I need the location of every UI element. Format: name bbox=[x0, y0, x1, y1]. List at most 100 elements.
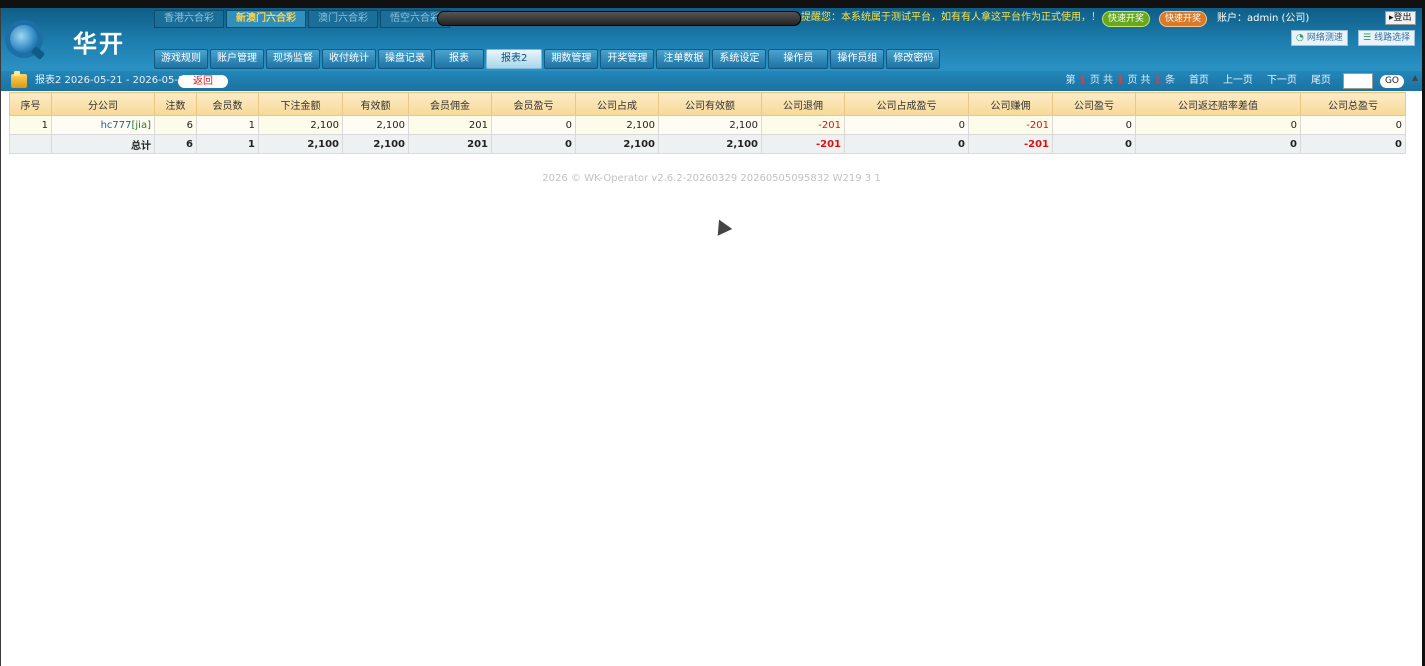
col-header: 公司有效额 bbox=[658, 92, 762, 116]
nav-payment-stats[interactable]: 收付统计 bbox=[322, 49, 376, 69]
col-header: 注数 bbox=[154, 92, 197, 116]
col-header: 公司赚佣 bbox=[968, 92, 1053, 116]
nav-system-settings[interactable]: 系统设定 bbox=[712, 49, 767, 69]
cell-company-pl: 0 bbox=[1052, 115, 1136, 135]
table-header-row: 序号 分公司 注数 会员数 下注金额 有效额 会员佣金 会员盈亏 公司占成 公司… bbox=[9, 92, 1406, 116]
cell-total-label: 总计 bbox=[51, 134, 155, 154]
gauge-icon: ◔ bbox=[1296, 33, 1304, 43]
logo-icon bbox=[5, 20, 43, 58]
cell-total-amount: 2,100 bbox=[258, 134, 343, 154]
nav-draw-mgmt[interactable]: 开奖管理 bbox=[600, 49, 655, 69]
pager: 第 1 页 共 1 页 共 1 条 首页 上一页 下一页 尾页 GO bbox=[1065, 71, 1404, 91]
cell-total-bets: 6 bbox=[154, 134, 197, 154]
nav-bet-data[interactable]: 注单数据 bbox=[656, 49, 711, 69]
quick-draw-button-green[interactable]: 快速开奖 bbox=[1102, 11, 1151, 27]
table-total-row: 总计 6 1 2,100 2,100 201 0 2,100 2,100 -20… bbox=[9, 134, 1406, 154]
footer-version: 2026 © WK-Operator v2.6.2-20260329 20260… bbox=[542, 173, 881, 184]
brand-name: 华开 bbox=[73, 30, 125, 58]
table-row: 1 hc777[jia] 6 1 2,100 2,100 201 0 2,100… bbox=[9, 115, 1406, 135]
lottery-tabs: 香港六合彩 新澳门六合彩 澳门六合彩 悟空六合彩 bbox=[154, 10, 450, 28]
cell-company-share: 2,100 bbox=[575, 115, 659, 135]
col-header: 会员数 bbox=[196, 92, 259, 116]
nav-report[interactable]: 报表 bbox=[434, 49, 484, 69]
pager-next[interactable]: 下一页 bbox=[1267, 71, 1297, 91]
cell-company-valid: 2,100 bbox=[658, 115, 762, 135]
nav-operator-group[interactable]: 操作员组 bbox=[830, 49, 885, 69]
cell-total-member-pl: 0 bbox=[491, 134, 576, 154]
col-header: 公司退佣 bbox=[761, 92, 845, 116]
report-table: 序号 分公司 注数 会员数 下注金额 有效额 会员佣金 会员盈亏 公司占成 公司… bbox=[9, 92, 1406, 154]
col-header: 公司占成 bbox=[575, 92, 659, 116]
cell-company-total-pl: 0 bbox=[1300, 115, 1406, 135]
cell-valid: 2,100 bbox=[342, 115, 409, 135]
col-header: 分公司 bbox=[51, 92, 155, 116]
cell-total-company-total-pl: 0 bbox=[1300, 134, 1406, 154]
col-header: 有效额 bbox=[342, 92, 409, 116]
pager-first[interactable]: 首页 bbox=[1189, 71, 1209, 91]
nav-report2[interactable]: 报表2 bbox=[486, 49, 543, 69]
col-header: 公司占成盈亏 bbox=[844, 92, 969, 116]
col-header: 会员佣金 bbox=[408, 92, 492, 116]
speed-test-label: 网络测速 bbox=[1306, 33, 1343, 43]
cell-members: 1 bbox=[196, 115, 259, 135]
line-select-label: 线路选择 bbox=[1374, 33, 1411, 43]
col-header: 下注金额 bbox=[258, 92, 343, 116]
app-frame: 华开 香港六合彩 新澳门六合彩 澳门六合彩 悟空六合彩 提醒您：本系统属于测试平… bbox=[0, 8, 1422, 666]
cell-company-comm: -201 bbox=[968, 115, 1053, 135]
cell-empty bbox=[9, 134, 52, 154]
pager-total-pages: 1 bbox=[1117, 75, 1124, 86]
account-info: 账户：admin (公司) bbox=[1217, 13, 1310, 24]
report-title: 报表2 2026-05-21 - 2026-05-24 bbox=[35, 75, 191, 86]
cell-total-odds-diff: 0 bbox=[1135, 134, 1301, 154]
cell-total-company-comm: -201 bbox=[968, 134, 1053, 154]
col-header: 会员盈亏 bbox=[491, 92, 576, 116]
speed-test-button[interactable]: ◔ 网络测速 bbox=[1291, 30, 1348, 46]
cell-total-valid: 2,100 bbox=[342, 134, 409, 154]
cell-odds-diff: 0 bbox=[1135, 115, 1301, 135]
cell-member-pl: 0 bbox=[491, 115, 576, 135]
cell-amount: 2,100 bbox=[258, 115, 343, 135]
nav-trade-log[interactable]: 操盘记录 bbox=[378, 49, 432, 69]
cell-total-company-share-pl: 0 bbox=[844, 134, 969, 154]
cell-total-company-share: 2,100 bbox=[575, 134, 659, 154]
go-button[interactable]: GO bbox=[1379, 74, 1404, 88]
nav-account-mgmt[interactable]: 账户管理 bbox=[210, 49, 264, 69]
cell-company-share-pl: 0 bbox=[844, 115, 969, 135]
list-icon: ☰ bbox=[1363, 33, 1372, 43]
lottery-tab-hk[interactable]: 香港六合彩 bbox=[154, 10, 224, 28]
pager-current: 1 bbox=[1079, 75, 1086, 86]
logout-label: 登出 bbox=[1393, 13, 1412, 23]
col-header: 序号 bbox=[9, 92, 52, 116]
lottery-tab-macau[interactable]: 澳门六合彩 bbox=[308, 10, 378, 28]
pager-pages-unit: 页 共 bbox=[1127, 75, 1151, 86]
col-header: 公司返还赔率差值 bbox=[1135, 92, 1301, 116]
cell-member-comm: 201 bbox=[408, 115, 492, 135]
lottery-tab-new-macau[interactable]: 新澳门六合彩 bbox=[226, 10, 306, 28]
marquee-bar bbox=[437, 11, 801, 26]
pager-total-items: 1 bbox=[1154, 75, 1161, 86]
quick-draw-button-orange[interactable]: 快速开奖 bbox=[1159, 11, 1208, 27]
nav-live-monitor[interactable]: 现场监督 bbox=[266, 49, 320, 69]
page-jump-input[interactable] bbox=[1342, 73, 1373, 89]
pager-prefix: 第 bbox=[1065, 75, 1076, 86]
col-header: 公司总盈亏 bbox=[1300, 92, 1406, 116]
pager-last[interactable]: 尾页 bbox=[1311, 71, 1331, 91]
nav-operator[interactable]: 操作员 bbox=[768, 49, 829, 69]
nav-change-password[interactable]: 修改密码 bbox=[886, 49, 941, 69]
col-header: 公司盈亏 bbox=[1052, 92, 1136, 116]
cell-total-members: 1 bbox=[196, 134, 259, 154]
pager-unit: 页 共 bbox=[1089, 75, 1113, 86]
pager-prev[interactable]: 上一页 bbox=[1223, 71, 1253, 91]
mouse-cursor-icon bbox=[713, 217, 731, 235]
nav-game-rules[interactable]: 游戏规则 bbox=[154, 49, 208, 69]
top-header: 华开 香港六合彩 新澳门六合彩 澳门六合彩 悟空六合彩 提醒您：本系统属于测试平… bbox=[1, 8, 1422, 71]
logout-button[interactable]: ▸登出 bbox=[1385, 11, 1416, 25]
back-button[interactable]: 返回 bbox=[178, 75, 228, 88]
line-select-button[interactable]: ☰ 线路选择 bbox=[1358, 30, 1416, 46]
nav-period-mgmt[interactable]: 期数管理 bbox=[544, 49, 599, 69]
cell-total-company-valid: 2,100 bbox=[658, 134, 762, 154]
report-toolbar: 报表2 2026-05-21 - 2026-05-24 返回 第 1 页 共 1… bbox=[1, 71, 1422, 91]
company-link[interactable]: hc777 bbox=[101, 120, 132, 131]
notice-text: 提醒您：本系统属于测试平台，如有有人拿这平台作为正式使用，！ bbox=[801, 12, 1101, 23]
scroll-up-icon[interactable]: ▲ bbox=[1412, 73, 1420, 82]
